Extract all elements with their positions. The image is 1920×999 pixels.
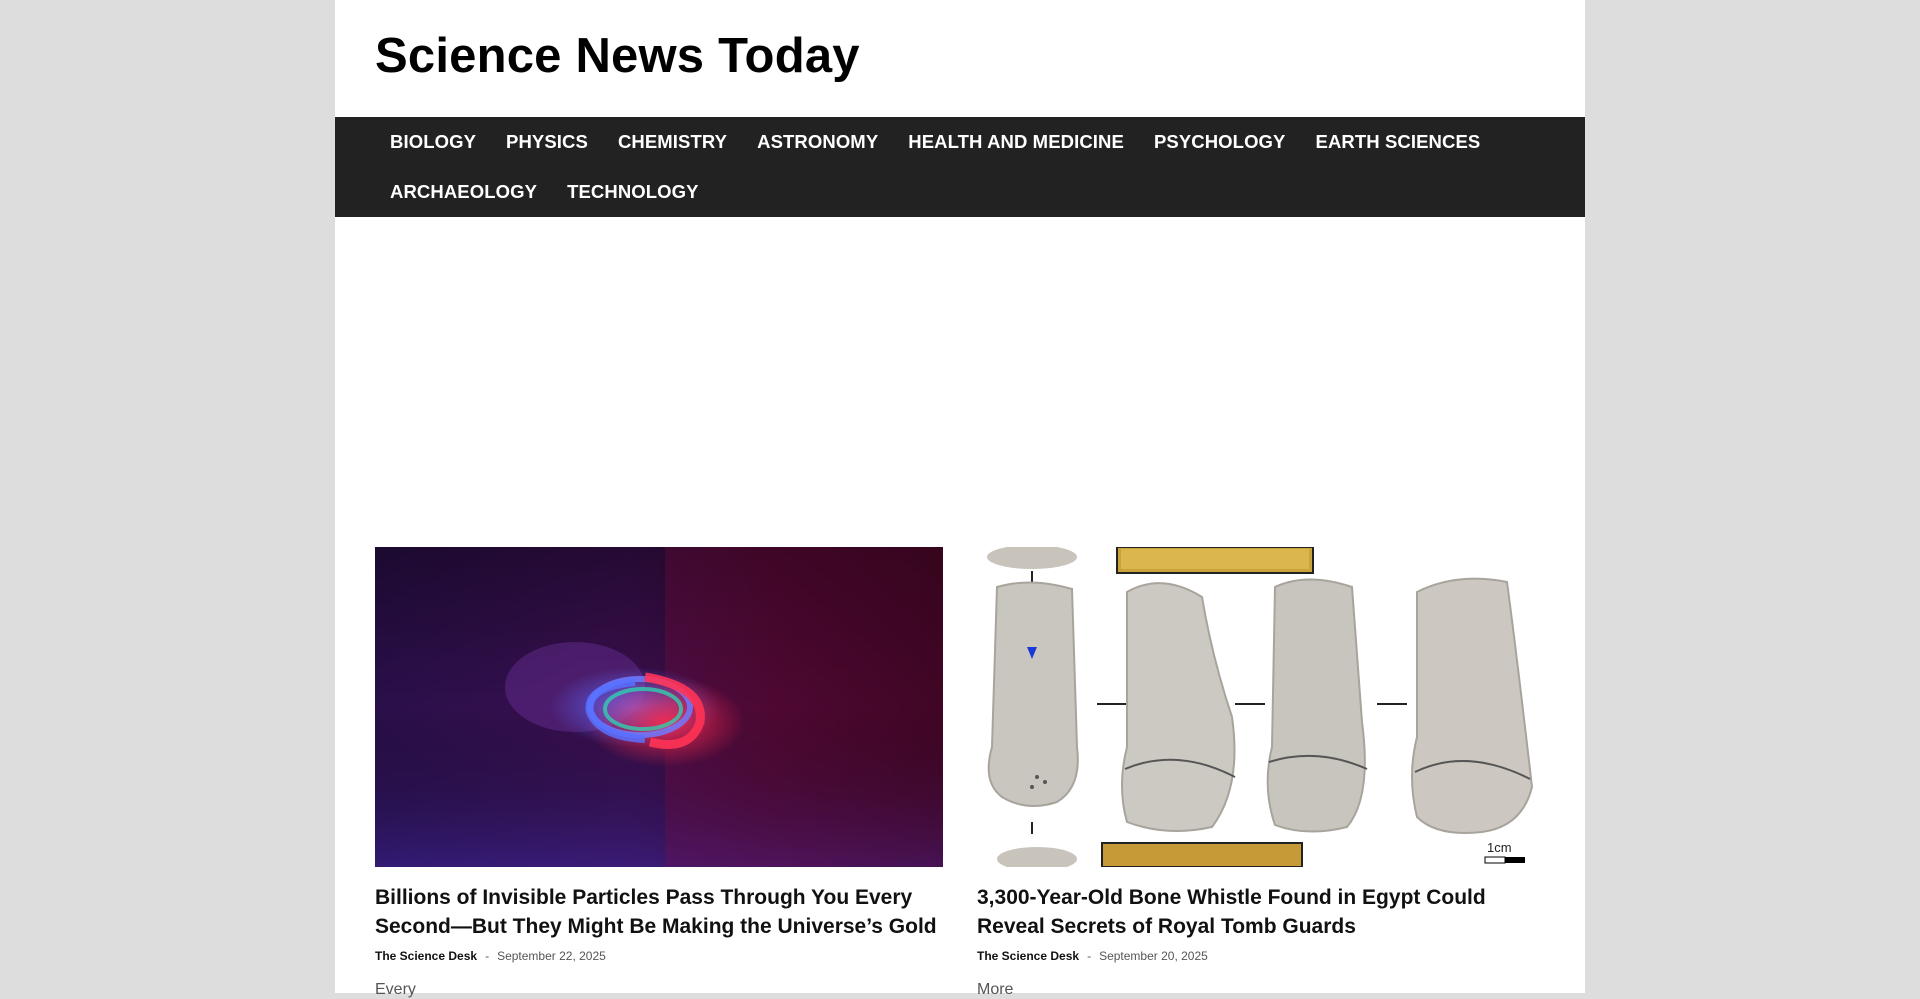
nav-link-chemistry[interactable]: CHEMISTRY <box>603 117 742 167</box>
article-excerpt: Every <box>375 981 416 998</box>
article-date: September 20, 2025 <box>1099 949 1208 963</box>
nav-item-psychology: PSYCHOLOGY <box>1139 117 1301 167</box>
scale-bar-label: 1cm <box>1487 840 1512 855</box>
nav-item-health-and-medicine: HEALTH AND MEDICINE <box>893 117 1139 167</box>
nav-link-archaeology[interactable]: ARCHAEOLOGY <box>375 167 552 217</box>
nav-link-biology[interactable]: BIOLOGY <box>375 117 491 167</box>
nav-item-biology: BIOLOGY <box>375 117 491 167</box>
article-meta: The Science Desk - September 22, 2025 <box>375 949 943 963</box>
article-card: 1cm 3,300-Year-Old Bone Whistle Found in… <box>977 547 1545 999</box>
nav-item-archaeology: ARCHAEOLOGY <box>375 167 552 217</box>
article-grid: Billions of Invisible Particles Pass Thr… <box>335 547 1585 999</box>
article-image-bone-whistle[interactable]: 1cm <box>977 547 1545 867</box>
article-image-neutrino[interactable] <box>375 547 943 867</box>
nav-link-psychology[interactable]: PSYCHOLOGY <box>1139 117 1301 167</box>
article-date: September 22, 2025 <box>497 949 606 963</box>
nav-link-physics[interactable]: PHYSICS <box>491 117 603 167</box>
nav-item-physics: PHYSICS <box>491 117 603 167</box>
nav-link-health-and-medicine[interactable]: HEALTH AND MEDICINE <box>893 117 1139 167</box>
nav-item-technology: TECHNOLOGY <box>552 167 714 217</box>
page-container: Science News Today BIOLOGY PHYSICS CHEMI… <box>335 0 1585 998</box>
article-title-link[interactable]: 3,300-Year-Old Bone Whistle Found in Egy… <box>977 886 1486 938</box>
ad-space <box>335 217 1585 547</box>
article-author[interactable]: The Science Desk <box>977 949 1079 963</box>
article-author[interactable]: The Science Desk <box>375 949 477 963</box>
article-title-link[interactable]: Billions of Invisible Particles Pass Thr… <box>375 886 937 938</box>
article-title: Billions of Invisible Particles Pass Thr… <box>375 883 943 941</box>
article-card: Billions of Invisible Particles Pass Thr… <box>375 547 943 999</box>
nav-item-astronomy: ASTRONOMY <box>742 117 893 167</box>
nav-list: BIOLOGY PHYSICS CHEMISTRY ASTRONOMY HEAL… <box>375 117 1545 217</box>
site-title[interactable]: Science News Today <box>375 28 860 84</box>
bone-whistle-photo: 1cm <box>977 547 1545 867</box>
nav-link-earth-sciences[interactable]: EARTH SCIENCES <box>1301 117 1496 167</box>
nav-link-astronomy[interactable]: ASTRONOMY <box>742 117 893 167</box>
nav-item-earth-sciences: EARTH SCIENCES <box>1301 117 1496 167</box>
meta-separator: - <box>1087 949 1092 963</box>
article-meta: The Science Desk - September 20, 2025 <box>977 949 1545 963</box>
article-excerpt: More <box>977 981 1014 998</box>
nav-link-technology[interactable]: TECHNOLOGY <box>552 167 714 217</box>
article-title: 3,300-Year-Old Bone Whistle Found in Egy… <box>977 883 1545 941</box>
meta-separator: - <box>485 949 490 963</box>
nav-item-chemistry: CHEMISTRY <box>603 117 742 167</box>
neutrino-illustration <box>375 547 943 867</box>
main-nav: BIOLOGY PHYSICS CHEMISTRY ASTRONOMY HEAL… <box>335 117 1585 217</box>
site-header: Science News Today <box>335 0 1585 117</box>
